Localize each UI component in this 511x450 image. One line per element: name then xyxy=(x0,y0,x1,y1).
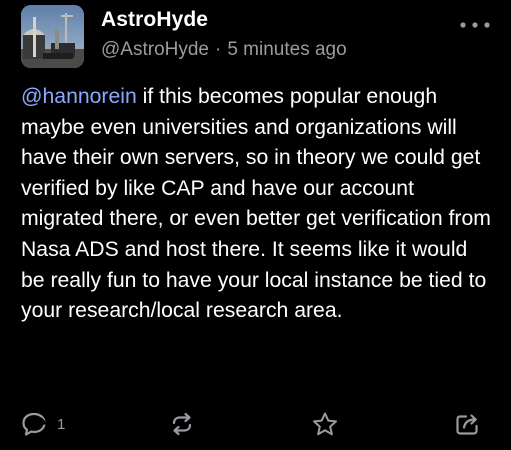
post-meta: @AstroHyde · 5 minutes ago xyxy=(101,39,347,61)
avatar[interactable] xyxy=(21,5,84,68)
star-icon xyxy=(313,412,337,435)
avatar-image xyxy=(21,5,84,68)
reply-count: 1 xyxy=(57,415,66,433)
author-handle[interactable]: @AstroHyde xyxy=(101,39,209,60)
boost-button[interactable] xyxy=(168,410,196,438)
post-content: @hannorein if this becomes popular enoug… xyxy=(21,82,496,327)
post-text: if this becomes popular enough maybe eve… xyxy=(21,85,491,323)
author-display-name[interactable]: AstroHyde xyxy=(101,8,208,32)
boost-icon xyxy=(172,412,192,436)
share-button[interactable] xyxy=(454,410,482,438)
mention-link[interactable]: @hannorein xyxy=(21,85,137,108)
reply-button[interactable]: 1 xyxy=(21,410,65,438)
more-dots-icon[interactable] xyxy=(458,17,492,28)
favourite-button[interactable] xyxy=(311,410,339,438)
post-card: AstroHyde @AstroHyde · 5 minutes ago @hann… xyxy=(0,0,511,450)
meta-separator: · xyxy=(215,39,222,60)
post-timestamp[interactable]: 5 minutes ago xyxy=(227,39,346,60)
reply-icon xyxy=(22,412,47,436)
share-icon xyxy=(456,414,478,435)
